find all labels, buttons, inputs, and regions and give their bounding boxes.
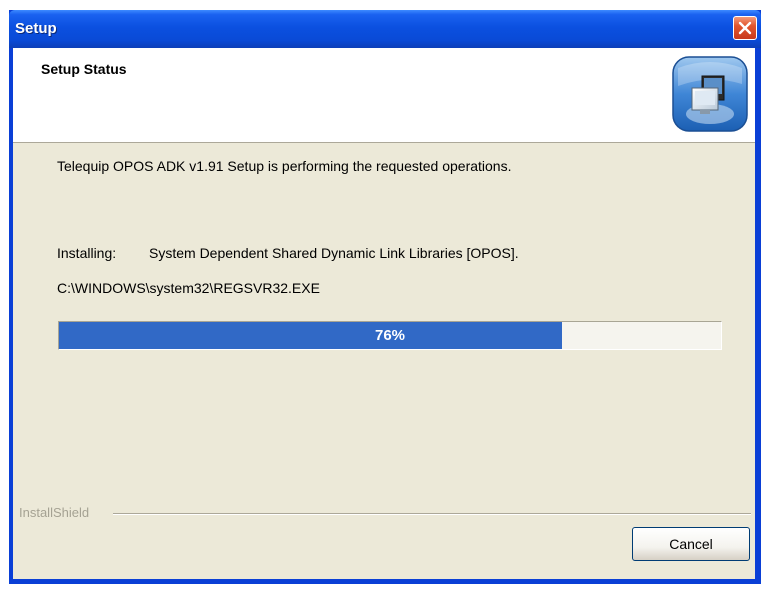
- status-message: Telequip OPOS ADK v1.91 Setup is perform…: [57, 158, 512, 174]
- close-icon: [738, 21, 752, 35]
- progress-bar: 76%: [58, 321, 722, 350]
- setup-window: Setup Setup Status Telequip OPOS ADK v1.…: [9, 10, 761, 584]
- page-title: Setup Status: [41, 61, 127, 77]
- installshield-brand: InstallShield: [19, 506, 96, 519]
- current-file-path: C:\WINDOWS\system32\REGSVR32.EXE: [57, 280, 320, 296]
- window-title: Setup: [15, 20, 57, 37]
- divider-line: [113, 513, 751, 515]
- brand-divider: InstallShield: [13, 506, 755, 519]
- title-bar[interactable]: Setup: [9, 10, 761, 48]
- installing-component: System Dependent Shared Dynamic Link Lib…: [149, 245, 519, 261]
- progress-percent: 76%: [374, 327, 406, 344]
- cancel-button[interactable]: Cancel: [632, 527, 750, 561]
- dialog-client-area: Setup Status Telequip OPOS ADK v1.91 Set…: [13, 48, 755, 579]
- installer-computer-icon: [672, 56, 748, 132]
- installing-label: Installing:: [57, 245, 117, 261]
- dialog-header: Setup Status: [13, 48, 755, 143]
- close-button[interactable]: [733, 16, 757, 40]
